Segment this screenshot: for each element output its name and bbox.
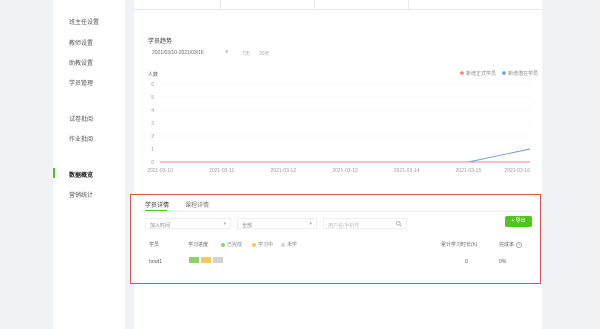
- join-time-select-value: 加入时间: [150, 223, 171, 229]
- completed-dot-icon: [221, 242, 225, 247]
- legend-dot-icon: [460, 71, 464, 75]
- sidebar: 班主任设置 教师设置 助教设置 学员管理 试卷批阅 作业批阅 数据概览 营销统计: [53, 0, 125, 329]
- column-header-student: 学员: [149, 242, 160, 248]
- progress-legend-completed: 已完成: [221, 241, 242, 248]
- details-panel: 学员详情 课程详情 加入时间 ▾ 全部 ▾ 用户名/手机号 + 导出 学员 学习…: [130, 194, 541, 284]
- column-header-total-time: 累计学习时长(h): [441, 242, 478, 248]
- sidebar-item-paper-review[interactable]: 试卷批阅: [69, 114, 93, 123]
- sidebar-item-assistant-settings[interactable]: 助教设置: [69, 58, 93, 67]
- row-total-time: 0: [465, 259, 468, 265]
- row-student-name[interactable]: hcwt1: [149, 259, 162, 265]
- search-input[interactable]: 用户名/手机号: [323, 218, 407, 229]
- x-tick-label: 2021-03-14: [394, 168, 420, 174]
- legend-dot-icon: [502, 71, 506, 75]
- progress-block-not-started: [213, 257, 223, 263]
- y-tick-label: 5: [151, 95, 154, 101]
- y-tick-label: 3: [151, 121, 154, 127]
- legend-label: 新增潜在学员: [508, 70, 538, 77]
- x-tick-label: 2021-03-12: [271, 168, 297, 174]
- status-select-value: 全部: [242, 223, 253, 229]
- series-line: [160, 148, 531, 163]
- x-tick-label: 2021-03-15: [456, 168, 482, 174]
- not-started-dot-icon: [281, 242, 285, 247]
- y-tick-label: 6: [151, 82, 154, 88]
- tab-course-details[interactable]: 课程详情: [185, 200, 209, 209]
- search-icon[interactable]: [396, 221, 402, 229]
- tab-student-details[interactable]: 学员详情: [145, 200, 169, 209]
- progress-legend-learning: 学习中: [252, 241, 273, 248]
- column-header-progress: 学习进度: [188, 242, 209, 248]
- trend-chart: 新增正式学员 新增潜在学员 人数 6 5 4 3 2 1 0 2021-03-10 2021-0…: [147, 70, 538, 174]
- search-placeholder: 用户名/手机号: [328, 223, 360, 229]
- help-icon[interactable]: ?: [516, 241, 523, 248]
- join-time-select[interactable]: 加入时间 ▾: [145, 218, 231, 229]
- x-tick-label: 2021-03-10: [147, 168, 173, 174]
- x-tick-label: 2021-03-11: [209, 168, 234, 174]
- x-tick-label: 2021-03-16: [504, 168, 530, 174]
- y-tick-label: 2: [151, 134, 154, 140]
- x-tick-label: 2021-03-13: [332, 168, 358, 174]
- sidebar-item-marketing-stats[interactable]: 营销统计: [69, 190, 93, 199]
- tab-divider: [141, 211, 536, 212]
- sidebar-item-student-management[interactable]: 学员管理: [69, 78, 93, 87]
- export-button[interactable]: + 导出: [505, 216, 532, 227]
- column-header-completion-rate: 完成率?: [499, 241, 523, 248]
- main-panel: 学员趋势 2021/03/10-2021/03/16 ▾ 7天 30天 新增正式…: [130, 0, 542, 329]
- progress-block-learning: [201, 257, 211, 263]
- y-axis-label: 人数: [148, 71, 158, 78]
- row-completion-rate: 0%: [499, 259, 507, 265]
- chevron-down-icon: ▾: [309, 221, 312, 227]
- sidebar-item-data-overview[interactable]: 数据概览: [69, 170, 93, 179]
- sidebar-active-indicator: [53, 168, 55, 178]
- learning-dot-icon: [252, 242, 256, 247]
- y-tick-label: 4: [151, 108, 154, 114]
- sidebar-item-homework-review[interactable]: 作业批阅: [69, 134, 93, 143]
- y-tick-label: 1: [151, 147, 154, 153]
- y-tick-label: 0: [151, 160, 154, 166]
- legend-label: 新增正式学员: [466, 70, 496, 77]
- chevron-down-icon: ▾: [223, 221, 226, 227]
- progress-legend-not-started: 未学: [281, 241, 297, 248]
- status-select[interactable]: 全部 ▾: [237, 218, 317, 229]
- sidebar-item-teacher-settings[interactable]: 教师设置: [69, 38, 93, 47]
- sidebar-item-head-teacher-settings[interactable]: 班主任设置: [69, 17, 99, 26]
- progress-block-completed: [189, 257, 199, 263]
